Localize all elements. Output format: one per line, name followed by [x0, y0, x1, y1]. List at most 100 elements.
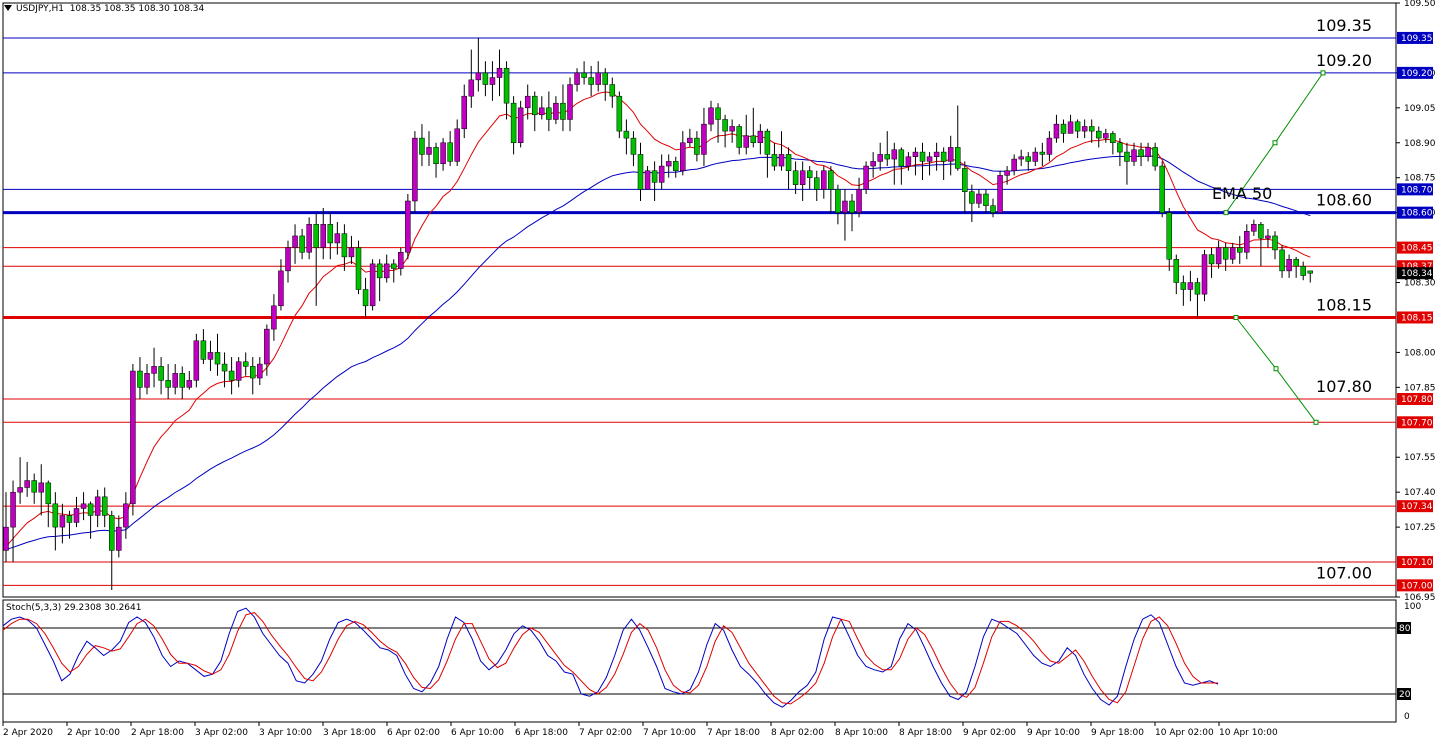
candle-body: [285, 247, 291, 272]
candle-body: [616, 95, 623, 132]
candle-body: [327, 224, 334, 244]
candle-body: [1251, 224, 1257, 232]
candle-body: [320, 224, 326, 248]
candle-body: [665, 161, 672, 167]
candle-body: [764, 130, 771, 155]
candle-body: [362, 289, 369, 307]
level-label-108.15: 108.15: [1316, 295, 1372, 314]
candle-body: [214, 352, 221, 365]
candle-body: [933, 151, 940, 157]
chart-container: USDJPY,H1 108.35 108.35 108.30 108.34 St…: [0, 0, 1436, 743]
candle-body: [186, 380, 193, 388]
candle-body: [193, 340, 200, 381]
level-label-109.20: 109.20: [1316, 51, 1372, 70]
price-axis-label: 108.90: [1404, 139, 1436, 149]
time-axis-label: 9 Apr 10:00: [1027, 728, 1080, 738]
candle-body: [278, 270, 284, 307]
candle-body: [87, 503, 94, 516]
candle-body: [637, 154, 644, 190]
candle-body: [1060, 123, 1067, 134]
candle-body: [45, 482, 52, 505]
candle-body: [73, 508, 80, 523]
candle-body: [517, 107, 524, 144]
candle-body: [849, 200, 855, 213]
candle-body: [313, 224, 319, 248]
candle-body: [997, 175, 1003, 213]
level-label-107.80: 107.80: [1316, 377, 1372, 396]
candle-body: [17, 487, 23, 493]
candle-body: [1215, 247, 1222, 265]
level-label-107.00: 107.00: [1316, 563, 1372, 582]
main-chart-frame: [2, 2, 1397, 598]
stoch-level-tag: 80: [1399, 624, 1411, 634]
candle-body: [271, 305, 277, 330]
candle-body: [750, 135, 757, 144]
level-tag-109.20: 109.20: [1401, 69, 1433, 79]
candle-body: [1166, 212, 1172, 260]
candle-body: [1194, 282, 1201, 295]
candle-body: [130, 370, 136, 505]
time-axis-label: 3 Apr 18:00: [323, 728, 376, 738]
time-axis-label: 2 Apr 2020: [3, 728, 53, 738]
candle-body: [454, 128, 460, 162]
candle-body: [489, 77, 496, 85]
candle-body: [1279, 249, 1285, 272]
candle-body: [947, 147, 954, 162]
candle-body: [398, 251, 404, 269]
price-chart[interactable]: 109.50 109.20 109.05 108.90 108.75 108.60 108.…: [0, 0, 1436, 743]
candle-body: [856, 189, 862, 213]
candle-body: [31, 480, 37, 493]
candle-body: [1018, 156, 1024, 160]
candle-body: [94, 496, 101, 516]
candle-body: [821, 170, 827, 190]
candle-body: [172, 373, 178, 388]
candle-body: [644, 170, 651, 190]
candle-body: [976, 193, 982, 204]
candle-body: [630, 137, 637, 155]
candle-body: [1265, 235, 1271, 239]
candle-body: [560, 102, 566, 120]
candle-body: [419, 137, 425, 155]
candle-body: [1131, 149, 1137, 162]
candle-body: [1300, 265, 1306, 276]
candle-body: [369, 263, 376, 307]
candle-body: [510, 102, 517, 144]
candle-body: [567, 84, 573, 120]
candle-body: [3, 526, 9, 551]
projection-node: [1272, 140, 1278, 146]
candle-body: [1180, 282, 1187, 290]
candle-body: [405, 200, 411, 253]
candle-body: [1074, 121, 1081, 132]
time-axis-label: 3 Apr 10:00: [259, 728, 312, 738]
candle-body: [1138, 149, 1144, 157]
candle-body: [1124, 151, 1130, 162]
candle-body: [299, 235, 305, 253]
stoch-main-line: [2, 607, 1219, 708]
candle-body: [884, 154, 890, 160]
price-axis-label: 109.05: [1404, 104, 1436, 114]
candle-body: [1152, 147, 1158, 167]
time-axis-label: 9 Apr 02:00: [963, 728, 1016, 738]
candle-body: [715, 107, 721, 120]
level-label-109.35: 109.35: [1316, 16, 1372, 35]
candle-body: [200, 340, 207, 360]
candle-body: [503, 67, 510, 104]
candle-body: [962, 168, 968, 192]
candle-body: [743, 135, 749, 148]
candle-body: [1272, 235, 1278, 251]
candle-body: [123, 503, 129, 528]
time-axis-label: 2 Apr 10:00: [67, 728, 120, 738]
candle-body: [799, 170, 806, 185]
projection-node: [1320, 70, 1326, 76]
stoch-signal-line: [2, 612, 1218, 705]
candle-body: [842, 200, 848, 213]
candle-body: [828, 170, 834, 190]
candle-body: [1096, 130, 1102, 139]
candle-body: [574, 72, 580, 85]
candle-body: [701, 123, 707, 155]
candle-body: [539, 107, 545, 116]
candle-body: [391, 263, 397, 269]
price-axis-label: 109.50: [1404, 0, 1436, 9]
level-tag-108.70: 108.70: [1401, 185, 1433, 195]
candle-body: [1293, 258, 1299, 267]
